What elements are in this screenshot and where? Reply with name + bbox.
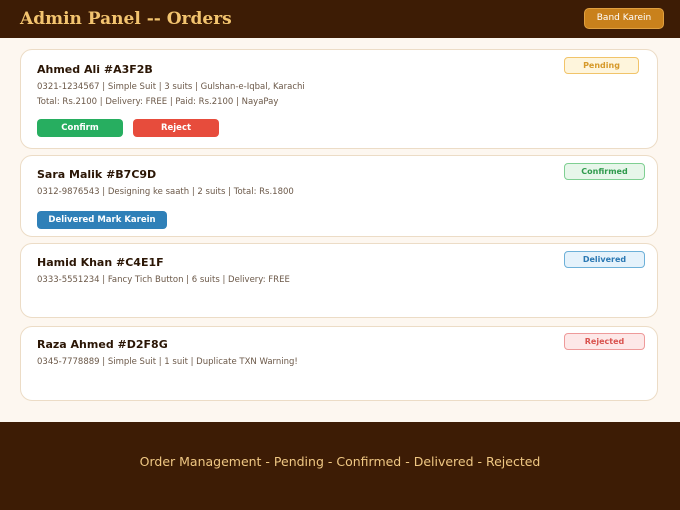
status-badge: Delivered <box>564 251 645 268</box>
app-header: Admin Panel -- Orders Band Karein <box>0 0 680 38</box>
close-button[interactable]: Band Karein <box>584 8 664 29</box>
order-payment: Total: Rs.2100 | Delivery: FREE | Paid: … <box>37 97 279 107</box>
mark-delivered-button[interactable]: Delivered Mark Karein <box>37 211 167 229</box>
order-title: Ahmed Ali #A3F2B <box>37 63 153 76</box>
order-card: Raza Ahmed #D2F8G Rejected 0345-7778889 … <box>20 326 658 401</box>
app-footer: Order Management - Pending - Confirmed -… <box>0 422 680 510</box>
order-card: Sara Malik #B7C9D Confirmed 0312-9876543… <box>20 155 658 237</box>
order-title: Hamid Khan #C4E1F <box>37 256 164 269</box>
page-title: Admin Panel -- Orders <box>20 9 232 29</box>
order-card: Hamid Khan #C4E1F Delivered 0333-5551234… <box>20 243 658 318</box>
order-title: Raza Ahmed #D2F8G <box>37 338 168 351</box>
order-details: 0321-1234567 | Simple Suit | 3 suits | G… <box>37 82 305 92</box>
order-title: Sara Malik #B7C9D <box>37 168 157 181</box>
reject-button[interactable]: Reject <box>133 119 219 137</box>
footer-text: Order Management - Pending - Confirmed -… <box>139 454 541 469</box>
order-card: Ahmed Ali #A3F2B Pending 0321-1234567 | … <box>20 49 658 149</box>
order-details: 0333-5551234 | Fancy Tich Button | 6 sui… <box>37 275 290 285</box>
confirm-button[interactable]: Confirm <box>37 119 123 137</box>
order-details: 0312-9876543 | Designing ke saath | 2 su… <box>37 187 294 197</box>
status-badge: Confirmed <box>564 163 645 180</box>
order-details: 0345-7778889 | Simple Suit | 1 suit | Du… <box>37 357 298 367</box>
status-badge: Rejected <box>564 333 645 350</box>
status-badge: Pending <box>564 57 639 74</box>
